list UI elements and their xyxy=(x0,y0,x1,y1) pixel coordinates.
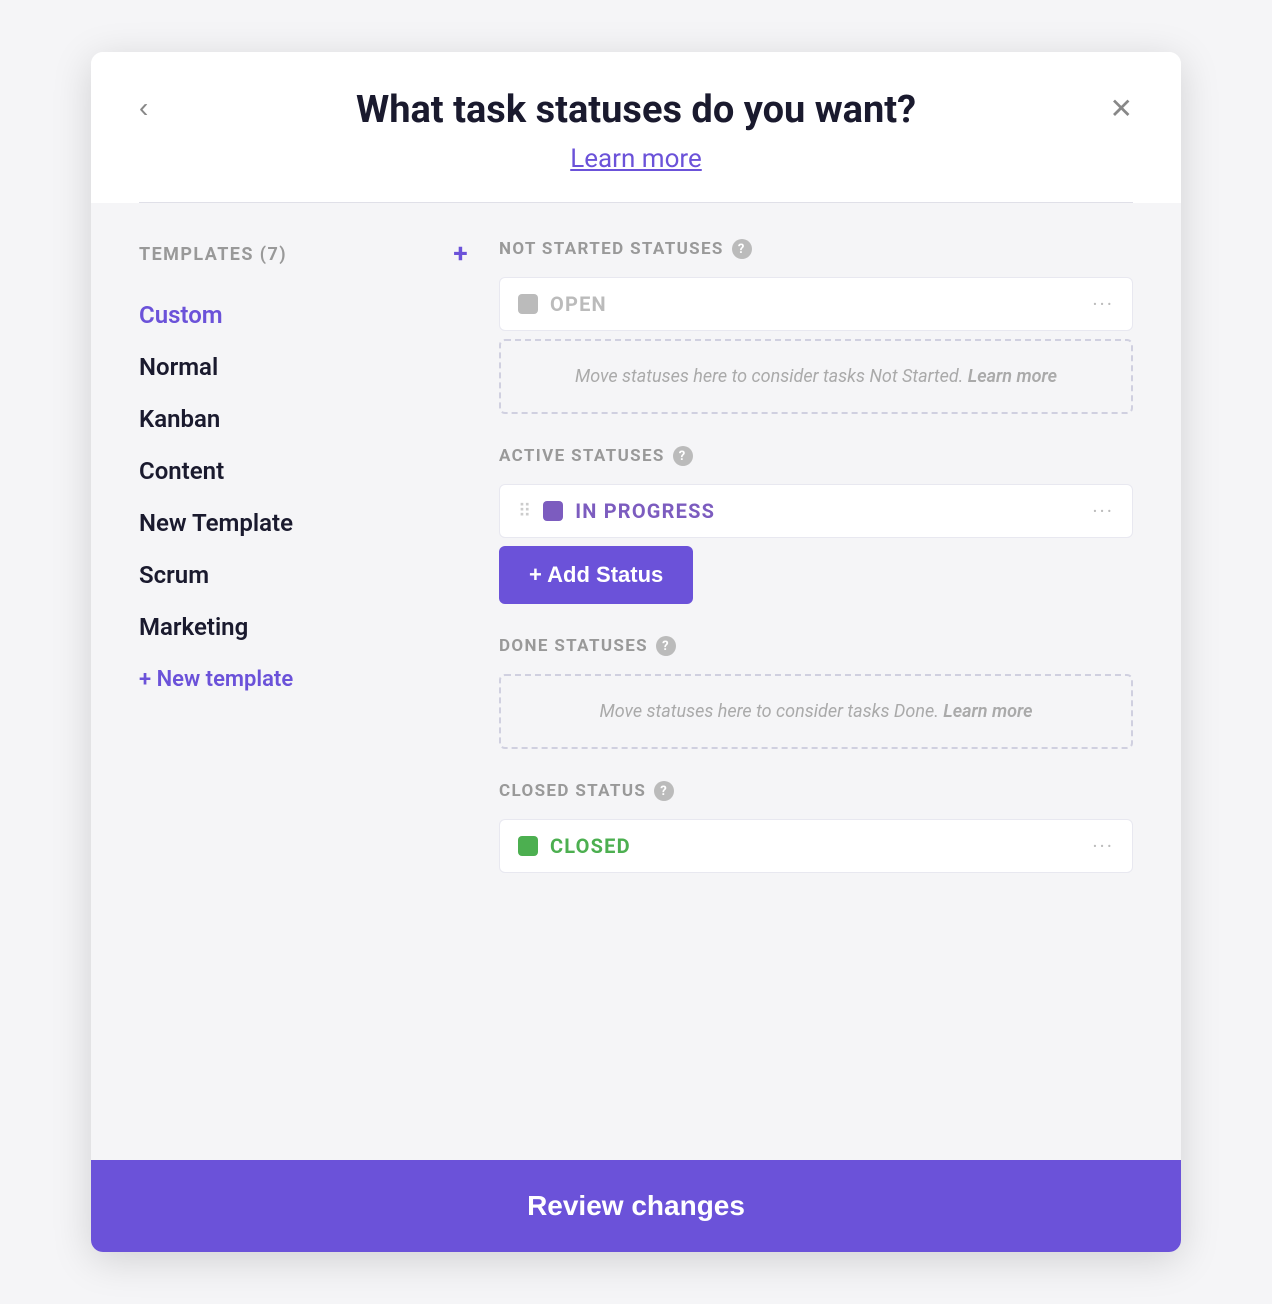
closed-status-name: CLOSED xyxy=(550,834,1080,858)
open-status-name: OPEN xyxy=(550,292,1080,316)
templates-label: TEMPLATES (7) xyxy=(139,244,287,265)
sidebar-item-custom[interactable]: Custom xyxy=(139,289,469,341)
status-panel: NOT STARTED STATUSES ? OPEN ··· Move sta… xyxy=(499,239,1133,1124)
done-label: DONE STATUSES ? xyxy=(499,636,1133,656)
active-label: ACTIVE STATUSES ? xyxy=(499,446,1133,466)
closed-status-more-button[interactable]: ··· xyxy=(1092,834,1114,858)
not-started-help-icon[interactable]: ? xyxy=(732,239,752,259)
in-progress-drag-handle[interactable]: ⠿ xyxy=(518,501,531,522)
modal-header: ‹ What task statuses do you want? Learn … xyxy=(91,52,1181,203)
open-status-dot xyxy=(518,294,538,314)
open-status-item: OPEN ··· xyxy=(499,277,1133,331)
learn-more-link[interactable]: Learn more xyxy=(570,144,702,174)
templates-section-header: TEMPLATES (7) + xyxy=(139,239,469,269)
closed-label: CLOSED STATUS ? xyxy=(499,781,1133,801)
review-bar: Review changes xyxy=(91,1160,1181,1252)
page-title: What task statuses do you want? xyxy=(139,88,1133,132)
add-status-button[interactable]: + Add Status xyxy=(499,546,693,604)
sidebar: TEMPLATES (7) + Custom Normal Kanban Con… xyxy=(139,239,499,1124)
not-started-label: NOT STARTED STATUSES ? xyxy=(499,239,1133,259)
not-started-drop-zone: Move statuses here to consider tasks Not… xyxy=(499,339,1133,414)
in-progress-status-item: ⠿ IN PROGRESS ··· xyxy=(499,484,1133,538)
close-button[interactable]: ✕ xyxy=(1102,88,1141,129)
modal-body: TEMPLATES (7) + Custom Normal Kanban Con… xyxy=(91,203,1181,1160)
back-button[interactable]: ‹ xyxy=(131,88,156,128)
closed-help-icon[interactable]: ? xyxy=(654,781,674,801)
closed-status-item: CLOSED ··· xyxy=(499,819,1133,873)
not-started-section: NOT STARTED STATUSES ? OPEN ··· Move sta… xyxy=(499,239,1133,414)
sidebar-item-new-template[interactable]: New Template xyxy=(139,497,469,549)
active-help-icon[interactable]: ? xyxy=(673,446,693,466)
done-drop-zone: Move statuses here to consider tasks Don… xyxy=(499,674,1133,749)
closed-section: CLOSED STATUS ? CLOSED ··· xyxy=(499,781,1133,873)
modal: ‹ What task statuses do you want? Learn … xyxy=(91,52,1181,1252)
sidebar-item-kanban[interactable]: Kanban xyxy=(139,393,469,445)
active-section: ACTIVE STATUSES ? ⠿ IN PROGRESS ··· + Ad… xyxy=(499,446,1133,604)
done-help-icon[interactable]: ? xyxy=(656,636,676,656)
template-list: Custom Normal Kanban Content New Templat… xyxy=(139,289,469,653)
sidebar-item-normal[interactable]: Normal xyxy=(139,341,469,393)
sidebar-item-scrum[interactable]: Scrum xyxy=(139,549,469,601)
sidebar-item-marketing[interactable]: Marketing xyxy=(139,601,469,653)
open-status-more-button[interactable]: ··· xyxy=(1092,292,1114,316)
in-progress-status-dot xyxy=(543,501,563,521)
header-divider xyxy=(139,202,1133,203)
in-progress-status-name: IN PROGRESS xyxy=(575,499,1080,523)
add-template-icon[interactable]: + xyxy=(453,239,469,269)
new-template-button[interactable]: + New template xyxy=(139,667,469,692)
closed-status-dot xyxy=(518,836,538,856)
sidebar-item-content[interactable]: Content xyxy=(139,445,469,497)
done-section: DONE STATUSES ? Move statuses here to co… xyxy=(499,636,1133,749)
not-started-learn-more-link[interactable]: Learn more xyxy=(968,366,1057,387)
done-learn-more-link[interactable]: Learn more xyxy=(943,701,1032,722)
review-changes-button[interactable]: Review changes xyxy=(139,1190,1133,1222)
in-progress-status-more-button[interactable]: ··· xyxy=(1092,499,1114,523)
